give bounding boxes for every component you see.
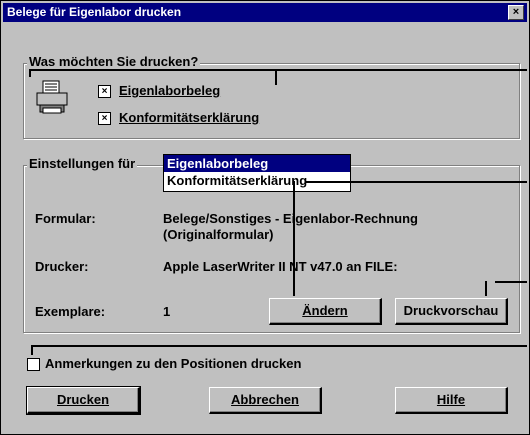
callout-line <box>275 69 277 85</box>
callout-line <box>31 345 33 355</box>
close-button[interactable]: × <box>508 5 524 20</box>
eigenlaborbeleg-label: Eigenlaborbeleg <box>119 83 221 98</box>
abbrechen-button[interactable]: Abbrechen <box>209 387 322 414</box>
settings-label: Einstellungen für <box>27 156 138 171</box>
callout-line <box>495 281 527 283</box>
drucken-button[interactable]: Drucken <box>26 386 141 415</box>
window-title: Belege für Eigenlabor drucken <box>7 5 182 19</box>
callout-line <box>293 181 295 296</box>
drucker-value: Apple LaserWriter II NT v47.0 an FILE: <box>163 259 398 274</box>
printer-icon <box>36 80 68 114</box>
konformitaet-label: Konformitätserklärung <box>119 110 260 125</box>
formular-value-1: Belege/Sonstiges - Eigenlabor-Rechnung <box>163 211 418 226</box>
anmerkungen-label: Anmerkungen zu den Positionen drucken <box>45 356 302 371</box>
eigenlaborbeleg-checkbox[interactable]: × <box>98 85 111 98</box>
what-to-print-label: Was möchten Sie drucken? <box>27 54 201 69</box>
formular-value-2: (Originalformular) <box>163 227 274 242</box>
callout-line <box>485 281 487 296</box>
what-to-print-group <box>23 63 520 139</box>
callout-line <box>29 69 31 77</box>
list-item-eigenlaborbeleg[interactable]: Eigenlaborbeleg <box>164 155 350 172</box>
callout-line <box>306 181 527 183</box>
exemplare-label: Exemplare: <box>35 304 106 319</box>
callout-line <box>31 345 527 347</box>
print-dialog: Belege für Eigenlabor drucken × Was möch… <box>0 0 530 435</box>
hilfe-button[interactable]: Hilfe <box>395 387 508 414</box>
callout-line <box>29 69 527 71</box>
exemplare-value: 1 <box>163 304 171 319</box>
formular-label: Formular: <box>35 211 96 226</box>
anmerkungen-checkbox[interactable] <box>27 358 40 371</box>
druckvorschau-button[interactable]: Druckvorschau <box>395 298 508 325</box>
form-type-list[interactable]: Eigenlaborbeleg Konformitätserklärung <box>163 154 351 192</box>
konformitaet-checkbox[interactable]: × <box>98 112 111 125</box>
aendern-button[interactable]: Ändern <box>269 298 382 325</box>
drucker-label: Drucker: <box>35 259 89 274</box>
title-bar: Belege für Eigenlabor drucken × <box>3 3 527 22</box>
